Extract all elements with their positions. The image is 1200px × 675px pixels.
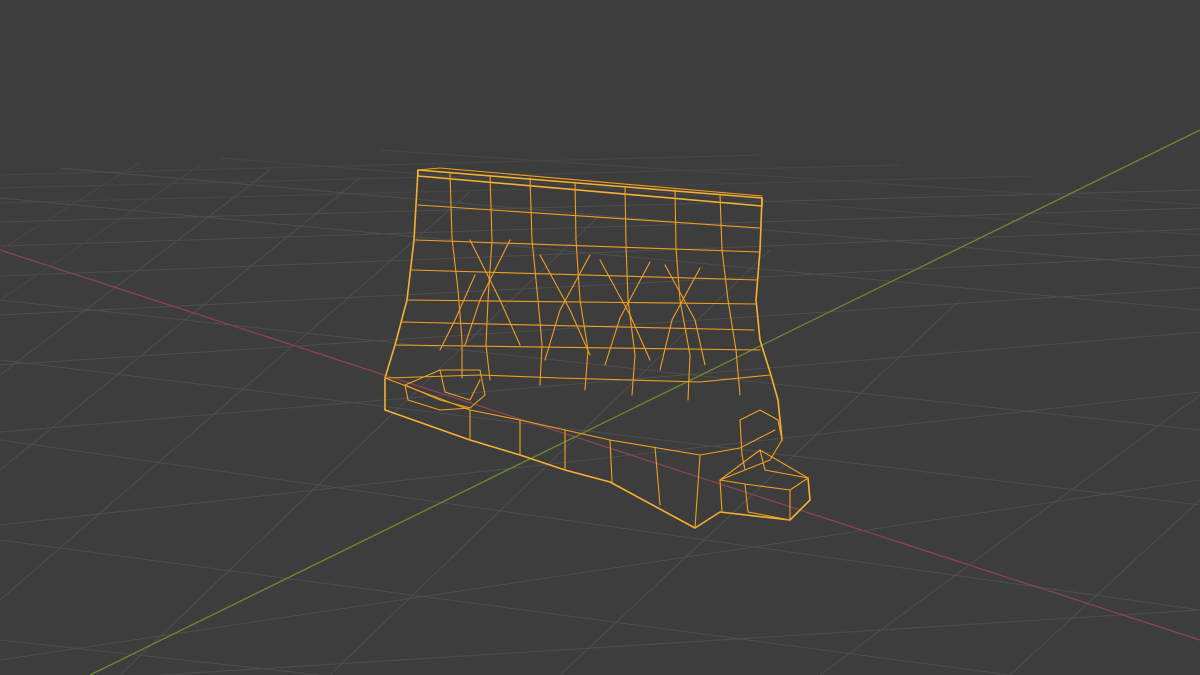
floor-grid: [0, 149, 1200, 675]
x-axis-line: [0, 249, 1200, 641]
3d-viewport[interactable]: [0, 0, 1200, 675]
viewport-canvas[interactable]: [0, 0, 1200, 675]
y-axis-line: [89, 129, 1200, 675]
world-axes: [0, 129, 1200, 675]
